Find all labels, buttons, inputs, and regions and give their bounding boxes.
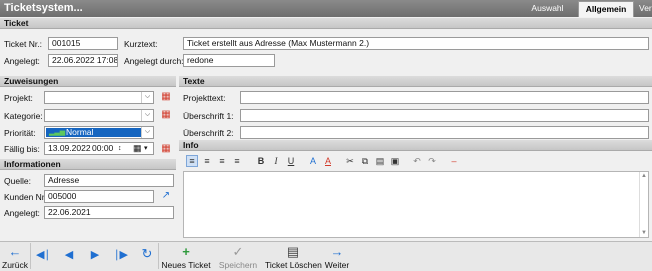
editor-toolbar: ≡ ≡ ≡ ≡ B I U A A ✂ ⧉ ▤ ▣ ↶ ↷ –: [183, 153, 649, 170]
time-spinner-icon[interactable]: ↕: [118, 143, 122, 154]
editor-scrollbar[interactable]: ▲ ▼: [639, 172, 648, 237]
font-icon[interactable]: A: [307, 155, 319, 167]
chevron-down-icon: ⌵: [141, 110, 153, 121]
ticket-nr-label: Ticket Nr.:: [4, 39, 42, 49]
tab-verlauf[interactable]: Verlauf: [636, 1, 652, 17]
align-left-icon[interactable]: ≡: [186, 155, 198, 167]
new-ticket-button[interactable]: + Neues Ticket: [161, 244, 211, 271]
projekttext-label: Projekttext:: [183, 93, 226, 103]
paste-icon[interactable]: ▤: [374, 155, 386, 167]
kategorie-label: Kategorie:: [4, 111, 43, 121]
prioritaet-value: Normal: [66, 127, 94, 137]
first-record-button[interactable]: ◀∣: [36, 249, 50, 261]
projekt-label: Projekt:: [4, 93, 33, 103]
projekttext-field[interactable]: [240, 91, 649, 104]
ueberschrift1-field[interactable]: [240, 109, 649, 122]
ticket-section-header: Ticket: [0, 18, 652, 29]
next-icon: ▶: [90, 249, 100, 261]
redo-icon[interactable]: ↷: [426, 155, 438, 167]
ueberschrift2-field[interactable]: [240, 126, 649, 139]
last-record-button[interactable]: ∣▶: [114, 249, 128, 261]
arrow-left-icon: ←: [8, 244, 22, 259]
delete-ticket-label: Ticket Löschen: [265, 260, 322, 270]
save-button[interactable]: ✓ Speichern: [213, 244, 263, 271]
chevron-down-icon: ⌵: [141, 92, 153, 103]
refresh-icon: ↻: [141, 246, 153, 261]
last-icon: ∣▶: [114, 249, 128, 261]
tab-auswahl[interactable]: Auswahl: [520, 1, 575, 17]
align-justify-icon[interactable]: ≡: [231, 155, 243, 167]
info-section-header: Info: [179, 140, 652, 151]
prev-icon: ◀: [64, 249, 74, 261]
quelle-label: Quelle:: [4, 176, 31, 186]
new-ticket-label: Neues Ticket: [161, 260, 211, 270]
checkmark-icon: ✓: [232, 244, 244, 259]
faellig-datetime-field[interactable]: 13.09.2022 00:00 ↕ ▦ ▾: [44, 142, 154, 155]
angelegt-field[interactable]: 22.06.2022 17:08: [48, 54, 118, 67]
ueberschrift2-label: Überschrift 2:: [183, 128, 234, 138]
back-button[interactable]: ← Zurück: [2, 244, 28, 271]
font-color-icon[interactable]: A: [322, 155, 334, 167]
bold-icon[interactable]: B: [255, 155, 267, 167]
cut-icon[interactable]: ✂: [344, 155, 356, 167]
projekt-select[interactable]: ⌵: [44, 91, 154, 104]
select-all-icon[interactable]: ▣: [389, 155, 401, 167]
save-label: Speichern: [218, 260, 258, 270]
align-center-icon[interactable]: ≡: [201, 155, 213, 167]
plus-icon: +: [182, 244, 190, 259]
clear-format-icon[interactable]: –: [448, 155, 460, 167]
ticket-nr-field[interactable]: 001015: [48, 37, 118, 50]
next-button[interactable]: → Weiter: [323, 244, 351, 271]
align-right-icon[interactable]: ≡: [216, 155, 228, 167]
info-angelegt-field[interactable]: 22.06.2021: [44, 206, 174, 219]
back-label: Zurück: [2, 260, 28, 270]
info-angelegt-label: Angelegt:: [4, 208, 40, 218]
chevron-down-icon: ⌵: [141, 127, 153, 138]
angelegt-label: Angelegt:: [4, 56, 40, 66]
faellig-time[interactable]: 00:00: [92, 143, 113, 154]
calendar-icon[interactable]: ▦: [133, 143, 142, 154]
first-icon: ◀∣: [36, 249, 50, 261]
clear-faellig-icon[interactable]: ▦: [159, 142, 173, 156]
clear-projekt-icon[interactable]: ▦: [159, 90, 173, 104]
zuweisungen-section-header: Zuweisungen: [0, 76, 176, 87]
tab-allgemein[interactable]: Allgemein: [578, 1, 634, 17]
delete-ticket-button[interactable]: ▤ Ticket Löschen: [265, 244, 322, 271]
kurztext-field[interactable]: Ticket erstellt aus Adresse (Max Musterm…: [183, 37, 649, 50]
faellig-label: Fällig bis:: [4, 144, 40, 154]
calendar-dropdown-icon[interactable]: ▾: [144, 143, 148, 154]
prioritaet-select[interactable]: ▂▃▅ Normal ⌵: [44, 126, 154, 139]
refresh-button[interactable]: ↻: [140, 246, 154, 261]
quelle-field[interactable]: Adresse: [44, 174, 174, 187]
prioritaet-label: Priorität:: [4, 128, 36, 138]
info-editor-area[interactable]: ▲ ▼: [183, 171, 649, 238]
angelegt-durch-field[interactable]: redone: [183, 54, 275, 67]
open-link-icon[interactable]: ↗: [159, 189, 173, 203]
next-record-button[interactable]: ▶: [88, 249, 102, 261]
kategorie-select[interactable]: ⌵: [44, 109, 154, 122]
texte-section-header: Texte: [179, 76, 652, 87]
clear-kategorie-icon[interactable]: ▦: [159, 108, 173, 122]
scroll-down-icon[interactable]: ▼: [640, 229, 648, 237]
faellig-date[interactable]: 13.09.2022: [48, 143, 91, 154]
toolbar-separator: [30, 243, 31, 269]
kurztext-label: Kurztext:: [124, 39, 158, 49]
undo-icon[interactable]: ↶: [411, 155, 423, 167]
arrow-right-icon: →: [330, 244, 344, 259]
prev-record-button[interactable]: ◀: [62, 249, 76, 261]
ueberschrift1-label: Überschrift 1:: [183, 111, 234, 121]
informationen-section-header: Informationen: [0, 159, 176, 170]
app-title: Ticketsystem...: [4, 2, 83, 14]
signal-bars-icon: ▂▃▅: [49, 129, 66, 136]
kunden-nr-label: Kunden Nr.:: [4, 192, 49, 202]
next-label: Weiter: [324, 260, 350, 270]
copy-icon[interactable]: ⧉: [359, 155, 371, 167]
trash-icon: ▤: [286, 244, 300, 259]
angelegt-durch-label: Angelegt durch:: [124, 56, 184, 66]
toolbar-separator: [158, 243, 159, 269]
italic-icon[interactable]: I: [270, 155, 282, 167]
kunden-nr-field[interactable]: 005000: [44, 190, 154, 203]
underline-icon[interactable]: U: [285, 155, 297, 167]
